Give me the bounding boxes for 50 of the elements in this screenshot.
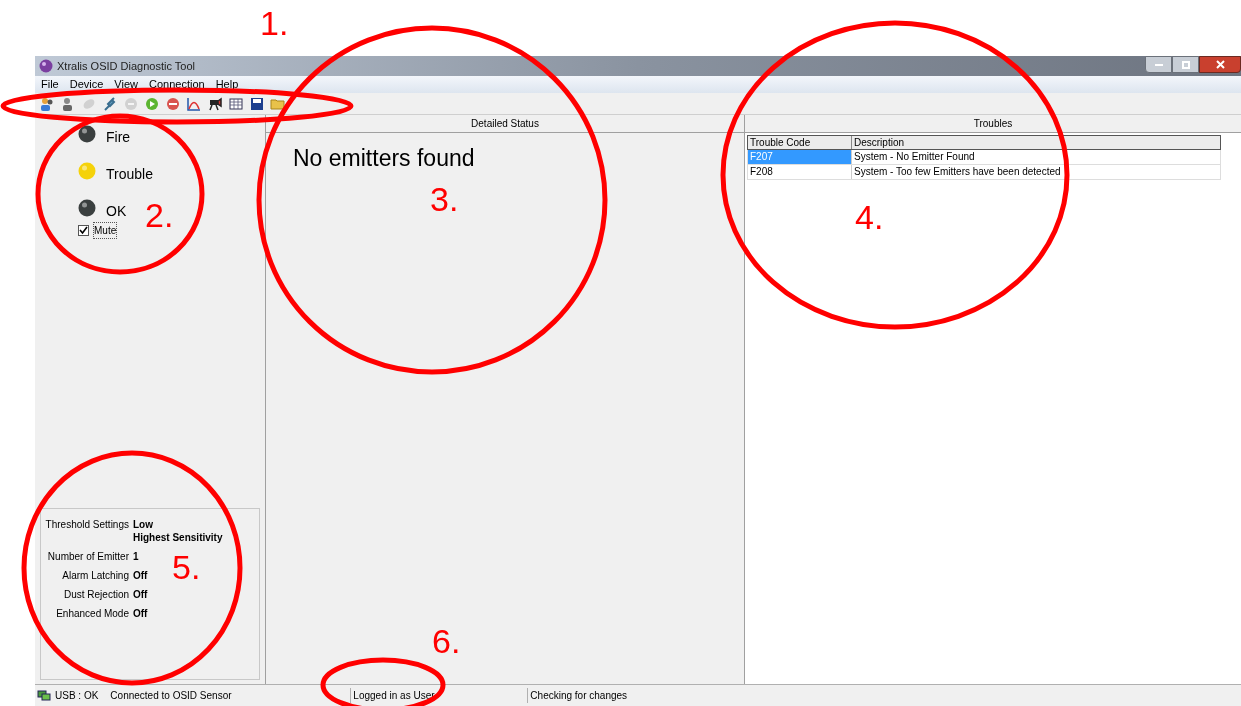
indicator-lamp-icon xyxy=(78,198,96,217)
table-row[interactable]: F207 System - No Emitter Found xyxy=(747,150,1221,165)
annotation-number: 1. xyxy=(260,6,289,40)
status-sensor: Connected to OSID Sensor xyxy=(110,689,233,703)
setting-value: Highest Sensitivity xyxy=(133,531,224,545)
table-cell: F208 xyxy=(748,165,852,179)
indicator-lamp-icon xyxy=(78,161,96,180)
column-header[interactable]: Trouble Code xyxy=(748,136,852,149)
table-cell: F207 xyxy=(748,150,852,164)
checkmark-icon xyxy=(79,226,88,235)
panel-header: Detailed Status xyxy=(266,115,744,133)
annotation-number: 5. xyxy=(172,550,201,584)
close-button[interactable] xyxy=(1199,56,1241,73)
close-icon xyxy=(1215,60,1225,69)
setting-value: Off xyxy=(133,607,149,621)
setting-label: Threshold Settings xyxy=(44,518,129,532)
menu-item[interactable]: Help xyxy=(215,76,239,93)
table-cell-text: System - No Emitter Found xyxy=(853,150,976,164)
restore-button[interactable] xyxy=(1172,56,1199,73)
column-header[interactable]: Description xyxy=(852,136,1220,149)
annotation-number: 2. xyxy=(145,198,174,232)
setting-label: Enhanced Mode xyxy=(55,607,129,621)
setting-label: Number of Emitter xyxy=(46,550,129,564)
menu-item[interactable]: Device xyxy=(69,76,104,93)
app-logo-icon xyxy=(39,59,53,73)
setting-value: Low xyxy=(133,518,154,532)
setting-value: Off xyxy=(133,569,149,583)
menu-item[interactable]: View xyxy=(114,76,138,93)
setting-label: Dust Rejection xyxy=(62,588,129,602)
indicator-label: OK xyxy=(106,202,127,221)
status-login: Logged in as User xyxy=(350,688,528,703)
minimize-button[interactable] xyxy=(1145,56,1172,73)
status-message: No emitters found xyxy=(292,144,476,173)
indicator-label: Fire xyxy=(106,128,131,147)
annotation-number: 4. xyxy=(855,200,884,234)
menu-item[interactable]: Connection xyxy=(149,76,205,93)
setting-value: 1 xyxy=(133,550,140,564)
status-connection: USB : OK xyxy=(55,689,99,703)
annotation-number: 6. xyxy=(432,624,461,658)
table-row[interactable]: F208 System - Too few Emitters have been detected xyxy=(747,165,1221,180)
status-activity: Checking for changes xyxy=(527,688,628,703)
window-title: Xtralis OSID Diagnostic Tool xyxy=(57,58,195,74)
setting-label: Alarm Latching xyxy=(61,569,129,583)
setting-value: Off xyxy=(133,588,149,602)
indicator-lamp-icon xyxy=(78,124,96,143)
computer-icon xyxy=(37,689,51,702)
menu-item[interactable]: File xyxy=(41,76,59,93)
indicator-label: Trouble xyxy=(106,165,153,184)
annotation-number: 3. xyxy=(430,182,459,216)
table-cell-text: System - Too few Emitters have been detected xyxy=(853,165,1062,179)
